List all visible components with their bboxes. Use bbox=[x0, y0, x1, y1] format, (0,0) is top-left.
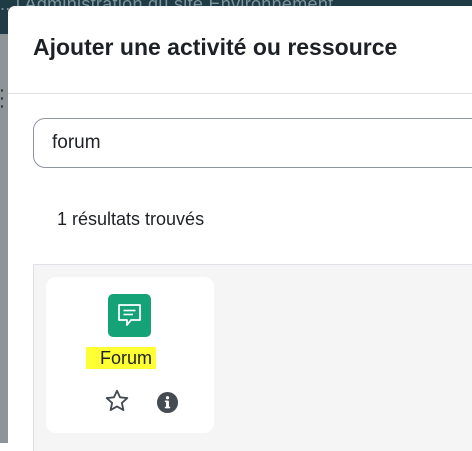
modal-header: Ajouter une activité ou ressource bbox=[8, 6, 472, 94]
forum-icon bbox=[108, 294, 151, 337]
star-icon[interactable] bbox=[104, 388, 130, 414]
info-icon[interactable] bbox=[156, 391, 179, 414]
forum-speech-bubble-icon bbox=[118, 304, 141, 326]
activity-name-forum[interactable]: Forum bbox=[86, 347, 157, 369]
search-results-area: Forum bbox=[33, 264, 472, 451]
modal-title: Ajouter une activité ou ressource bbox=[33, 34, 398, 60]
add-activity-modal: Ajouter une activité ou ressource 1 résu… bbox=[8, 6, 472, 451]
search-input[interactable] bbox=[33, 118, 472, 168]
activity-card-forum[interactable]: Forum bbox=[46, 277, 214, 433]
kebab-menu-icon: · · · bbox=[0, 82, 5, 114]
search-results-count: 1 résultats trouvés bbox=[57, 209, 205, 229]
